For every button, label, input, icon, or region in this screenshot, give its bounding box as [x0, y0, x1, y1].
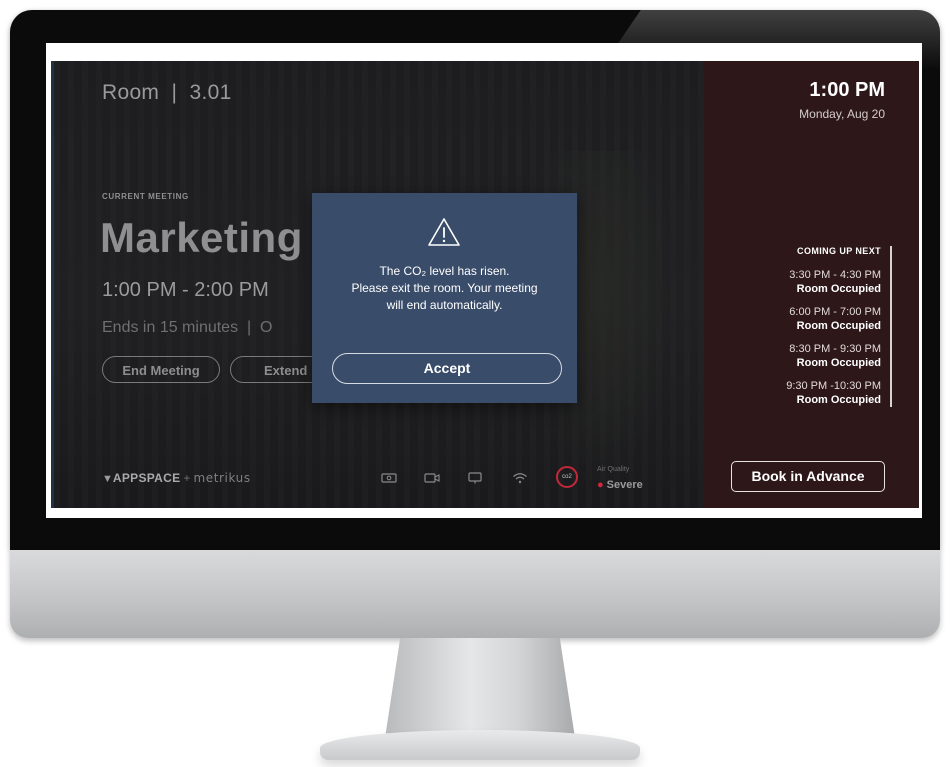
meeting-name: Marketing	[100, 214, 303, 261]
air-quality-value: Severe	[606, 479, 643, 491]
alert-message-line: will end automatically.	[386, 298, 503, 312]
co2-alert-dialog: The CO₂ level has risen. Please exit the…	[312, 193, 577, 403]
room-title: Room | 3.01	[102, 81, 232, 104]
alert-message: The CO₂ level has risen. Please exit the…	[322, 263, 567, 314]
list-item: 6:00 PM - 7:00 PM Room Occupied	[731, 306, 881, 333]
end-meeting-button[interactable]: End Meeting	[102, 356, 220, 383]
display-icon	[468, 472, 482, 484]
brand-logo: ▼APPSPACE + metrikus	[102, 471, 251, 485]
slot-time: 9:30 PM -10:30 PM	[786, 380, 881, 392]
alert-message-line: Please exit the room. Your meeting	[351, 281, 538, 295]
book-in-advance-button[interactable]: Book in Advance	[731, 461, 885, 492]
warning-icon	[428, 218, 460, 246]
monitor-chin	[10, 550, 940, 638]
current-time: 1:00 PM	[809, 79, 885, 101]
monitor-stand-base	[320, 730, 640, 760]
appspace-logo-icon: ▼	[102, 473, 113, 485]
wifi-icon	[513, 473, 527, 484]
current-meeting-label: CURRENT MEETING	[102, 192, 189, 201]
meeting-ends: Ends in 15 minutes | O	[102, 319, 273, 336]
appspace-logo-text: APPSPACE	[112, 471, 181, 485]
slot-status: Room Occupied	[796, 357, 881, 369]
slot-status: Room Occupied	[796, 320, 881, 332]
current-date: Monday, Aug 20	[799, 107, 885, 121]
slot-time: 8:30 PM - 9:30 PM	[789, 343, 881, 355]
camera-icon	[424, 473, 440, 483]
slot-status: Room Occupied	[796, 283, 881, 295]
list-item: 3:30 PM - 4:30 PM Room Occupied	[731, 269, 881, 296]
slot-status: Room Occupied	[796, 394, 881, 406]
coming-up-title: COMING UP NEXT	[797, 246, 881, 256]
meeting-time: 1:00 PM - 2:00 PM	[102, 279, 269, 301]
metrikus-logo-text: metrikus	[193, 471, 251, 485]
brand-plus: +	[183, 471, 191, 485]
list-item: 8:30 PM - 9:30 PM Room Occupied	[731, 343, 881, 370]
severity-dot-icon: ●	[597, 479, 604, 491]
slot-time: 6:00 PM - 7:00 PM	[789, 306, 881, 318]
coming-up-list: COMING UP NEXT 3:30 PM - 4:30 PM Room Oc…	[731, 246, 892, 407]
projector-icon	[381, 473, 397, 483]
list-item: 9:30 PM -10:30 PM Room Occupied	[731, 380, 881, 407]
slot-time: 3:30 PM - 4:30 PM	[789, 269, 881, 281]
schedule-panel: 1:00 PM Monday, Aug 20 COMING UP NEXT 3:…	[704, 61, 919, 508]
co2-indicator: co2	[556, 466, 578, 488]
air-quality-status: ● Severe	[597, 479, 643, 491]
monitor-screen: Room | 3.01 CURRENT MEETING Marketing 1:…	[46, 43, 922, 518]
accept-button[interactable]: Accept	[332, 353, 562, 384]
alert-message-line: The CO₂ level has risen.	[379, 264, 510, 278]
monitor-stand	[385, 638, 575, 738]
room-display: Room | 3.01 CURRENT MEETING Marketing 1:…	[51, 61, 919, 508]
air-quality-label: Air Quality	[597, 466, 630, 473]
